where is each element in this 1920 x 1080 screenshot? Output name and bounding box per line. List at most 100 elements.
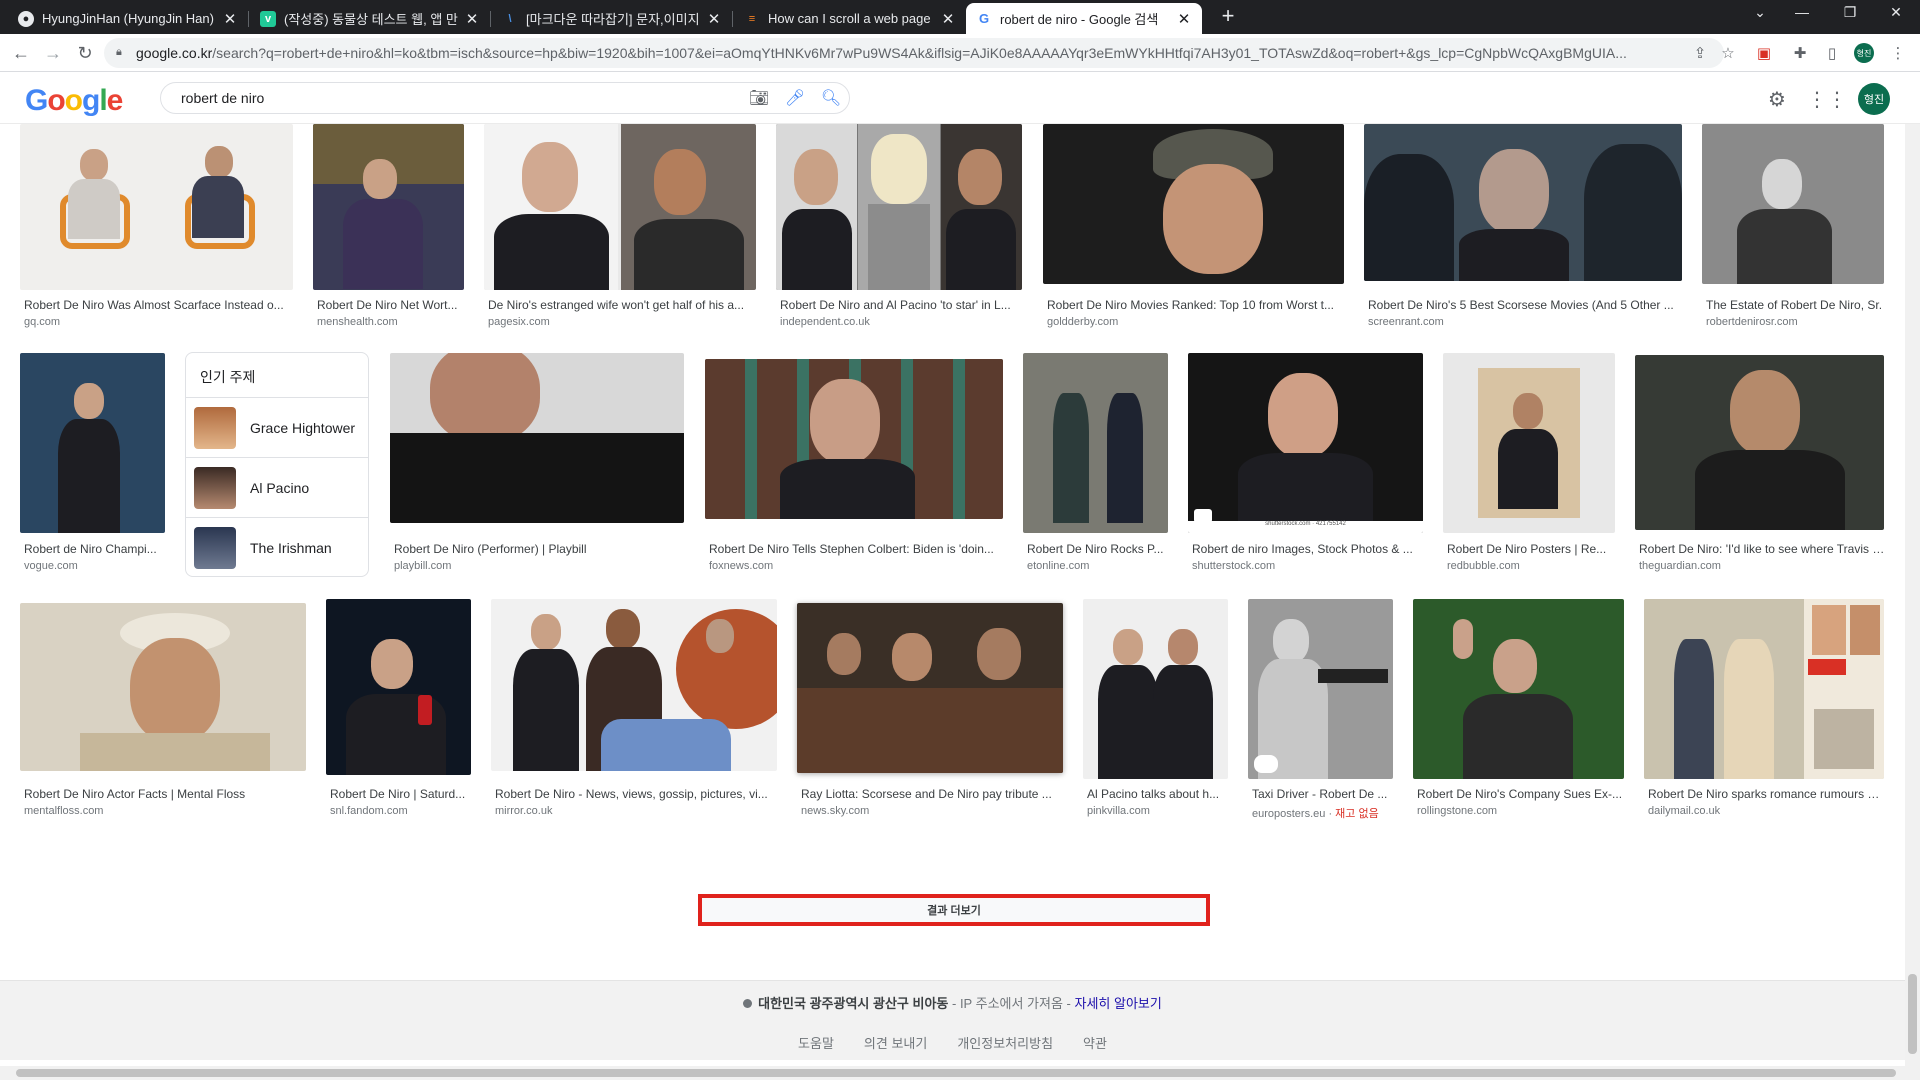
result-image[interactable] [1443,353,1615,533]
more-results-button[interactable]: 결과 더보기 [698,894,1210,926]
result-caption[interactable]: Taxi Driver - Robert De ... [1252,787,1394,801]
vertical-scrollbar[interactable] [1905,124,1920,1066]
image-result[interactable]: Robert De Niro's 5 Best Scorsese Movies … [1364,124,1682,334]
result-source[interactable]: goldderby.com [1047,316,1345,328]
result-source[interactable]: vogue.com [24,560,166,572]
image-result[interactable]: The Estate of Robert De Niro, Sr. robert… [1702,124,1884,334]
result-caption[interactable]: Robert de niro Images, Stock Photos & ..… [1192,542,1424,556]
result-source[interactable]: pinkvilla.com [1087,805,1229,817]
result-source[interactable]: news.sky.com [801,805,1063,817]
footer-link-privacy[interactable]: 개인정보처리방침 [957,1033,1053,1052]
footer-link-help[interactable]: 도움말 [798,1033,834,1052]
close-tab-icon[interactable]: ✕ [1176,10,1192,28]
image-result[interactable]: Robert De Niro and Al Pacino 'to star' i… [776,124,1022,334]
result-caption[interactable]: Robert De Niro Net Wort... [317,298,465,312]
result-caption[interactable]: Robert De Niro and Al Pacino 'to star' i… [780,298,1022,312]
result-caption[interactable]: Al Pacino talks about h... [1087,787,1229,801]
result-image[interactable] [1248,599,1393,779]
maximize-button[interactable]: ❐ [1830,4,1870,21]
image-result[interactable]: Robert De Niro | Saturd... snl.fandom.co… [326,599,471,823]
tab-markdown[interactable]: \ [마크다운 따라잡기] 문자,이미지 ✕ [492,3,733,34]
result-image[interactable] [20,353,165,533]
result-caption[interactable]: Robert De Niro's Company Sues Ex-... [1417,787,1625,801]
close-tab-icon[interactable]: ✕ [940,10,956,28]
close-window-button[interactable]: ✕ [1876,4,1916,21]
learn-more-link[interactable]: 자세히 알아보기 [1075,996,1162,1011]
share-icon[interactable]: ⇪ [1690,43,1710,63]
image-result[interactable]: Al Pacino talks about h... pinkvilla.com [1083,599,1228,823]
tab-google-search[interactable]: G robert de niro - Google 검색 ✕ [966,3,1202,34]
image-result[interactable]: Robert De Niro Tells Stephen Colbert: Bi… [705,353,1003,578]
image-result[interactable]: Robert De Niro Rocks P... etonline.com [1023,353,1168,578]
result-source[interactable]: shutterstock.com [1192,560,1424,572]
image-result[interactable]: Ray Liotta: Scorsese and De Niro pay tri… [797,603,1063,823]
image-result[interactable]: Robert De Niro Actor Facts | Mental Flos… [20,603,306,823]
reload-button[interactable]: ↻ [74,42,96,64]
result-image[interactable] [484,124,756,290]
result-image[interactable] [1083,599,1228,779]
result-caption[interactable]: Robert De Niro: 'I'd like to see where T… [1639,542,1885,556]
result-caption[interactable]: Robert De Niro (Performer) | Playbill [394,542,684,556]
result-caption[interactable]: Ray Liotta: Scorsese and De Niro pay tri… [801,787,1063,801]
result-image[interactable] [705,359,1003,519]
related-topic-grace-hightower[interactable]: Grace Hightower [186,397,368,457]
bookmark-star-icon[interactable]: ☆ [1718,43,1738,63]
image-result[interactable]: Robert De Niro Net Wort... menshealth.co… [313,124,464,334]
image-result[interactable]: Robert De Niro - News, views, gossip, pi… [491,599,777,823]
image-result[interactable]: Robert De Niro Was Almost Scarface Inste… [20,124,293,334]
result-image[interactable] [20,603,306,771]
footer-link-terms[interactable]: 약관 [1083,1033,1107,1052]
result-caption[interactable]: Robert De Niro Rocks P... [1027,542,1169,556]
result-image[interactable] [313,124,464,290]
result-image[interactable] [1364,124,1682,281]
result-image[interactable] [20,124,293,290]
image-result[interactable]: Robert De Niro Movies Ranked: Top 10 fro… [1043,124,1344,334]
tab-velog[interactable]: v (작성중) 동물상 테스트 웹, 앱 만 ✕ [250,3,491,34]
apps-grid-icon[interactable]: ⋮⋮ [1807,86,1847,112]
result-source[interactable]: robertdenirosr.com [1706,316,1886,328]
tab-search-icon[interactable]: ⌄ [1740,4,1780,21]
result-caption[interactable]: De Niro's estranged wife won't get half … [488,298,756,312]
browser-menu-icon[interactable]: ⋮ [1888,43,1908,63]
result-source[interactable]: pagesix.com [488,316,756,328]
result-image[interactable] [1413,599,1624,779]
result-caption[interactable]: Robert De Niro Movies Ranked: Top 10 fro… [1047,298,1345,312]
result-image[interactable] [491,599,777,771]
microphone-icon[interactable]: 🎤︎ [777,83,813,113]
result-caption[interactable]: Robert De Niro Was Almost Scarface Inste… [24,298,294,312]
image-result[interactable]: Robert De Niro: 'I'd like to see where T… [1635,353,1885,578]
google-logo[interactable]: Google [25,84,123,118]
account-avatar[interactable]: 형진 [1858,83,1890,115]
result-source[interactable]: menshealth.com [317,316,465,328]
result-source[interactable]: europosters.eu · 재고 없음 [1252,805,1394,821]
new-tab-button[interactable]: + [1214,3,1242,29]
result-image[interactable] [1635,355,1884,530]
close-tab-icon[interactable]: ✕ [464,10,480,28]
back-button[interactable]: ← [10,42,32,64]
close-tab-icon[interactable]: ✕ [222,10,238,28]
image-result[interactable]: Robert De Niro (Performer) | Playbill pl… [390,353,684,578]
result-image[interactable] [390,353,684,523]
result-caption[interactable]: The Estate of Robert De Niro, Sr. [1706,298,1886,312]
vertical-scroll-thumb[interactable] [1908,974,1917,1054]
search-input[interactable]: robert de niro [181,90,741,106]
result-image[interactable] [1023,353,1168,533]
extensions-puzzle-icon[interactable]: ✚ [1790,43,1810,63]
result-source[interactable]: screenrant.com [1368,316,1682,328]
result-image[interactable] [326,599,471,775]
result-image[interactable] [776,124,1022,290]
result-image[interactable] [1644,599,1884,779]
result-caption[interactable]: Robert De Niro sparks romance rumours wi… [1648,787,1886,801]
close-tab-icon[interactable]: ✕ [706,10,722,28]
address-bar[interactable]: 🔒︎ google.co.kr/search?q=robert+de+niro&… [104,38,1724,68]
related-topic-al-pacino[interactable]: Al Pacino [186,457,368,517]
image-result[interactable]: shutterstock.com · 421755142 Robert de n… [1188,353,1423,578]
result-caption[interactable]: Robert De Niro's 5 Best Scorsese Movies … [1368,298,1682,312]
related-topic-the-irishman[interactable]: The Irishman [186,517,368,577]
result-source[interactable]: dailymail.co.uk [1648,805,1886,817]
horizontal-scroll-thumb[interactable] [16,1069,1896,1077]
result-source[interactable]: independent.co.uk [780,316,1022,328]
result-image[interactable] [1702,124,1884,284]
result-source[interactable]: foxnews.com [709,560,1003,572]
result-image[interactable] [1043,124,1344,284]
